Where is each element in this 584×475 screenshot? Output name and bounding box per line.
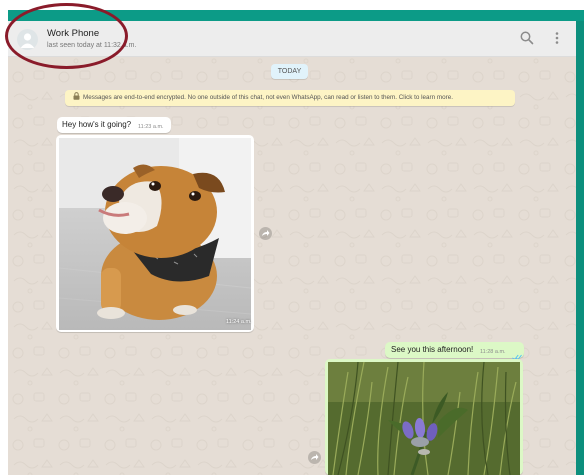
chat-header[interactable]: Work Phone last seen today at 11:32 a.m. (8, 21, 576, 57)
chat-window: Work Phone last seen today at 11:32 a.m.… (8, 21, 576, 475)
search-button[interactable] (519, 30, 535, 46)
encryption-notice-text: Messages are end-to-end encrypted. No on… (83, 94, 453, 101)
message-text: Hey how's it going? (62, 120, 132, 129)
outgoing-message[interactable]: See you this afternoon! 11:28 a.m. (385, 342, 524, 361)
message-text: See you this afternoon! (391, 345, 474, 354)
top-accent-band (8, 10, 584, 21)
dog-photo[interactable] (59, 138, 251, 330)
image-time: 11:24 a.m. (226, 319, 252, 325)
search-icon (520, 31, 534, 45)
default-avatar-icon (20, 33, 35, 48)
right-accent-strip (576, 21, 584, 475)
flower-photo[interactable] (328, 362, 520, 475)
left-margin (0, 0, 8, 475)
forward-button[interactable] (308, 451, 321, 464)
message-time: 11:28 a.m. (480, 349, 506, 355)
incoming-image-message[interactable]: 11:24 a.m. (56, 135, 254, 332)
last-seen-status: last seen today at 11:32 a.m. (47, 42, 137, 49)
menu-button[interactable] (549, 30, 565, 46)
contact-name[interactable]: Work Phone (47, 28, 99, 39)
encryption-notice[interactable]: Messages are end-to-end encrypted. No on… (65, 90, 515, 106)
forward-arrow-icon (262, 230, 270, 236)
contact-avatar[interactable] (17, 29, 38, 50)
message-time: 11:23 a.m. (138, 124, 164, 130)
outgoing-image-message[interactable] (325, 359, 523, 475)
forward-button[interactable] (259, 227, 272, 240)
incoming-message[interactable]: Hey how's it going? 11:23 a.m. (57, 117, 171, 133)
menu-dots-icon (555, 32, 559, 44)
lock-icon (73, 91, 80, 106)
date-divider: TODAY (271, 64, 308, 79)
forward-arrow-icon (311, 454, 319, 460)
